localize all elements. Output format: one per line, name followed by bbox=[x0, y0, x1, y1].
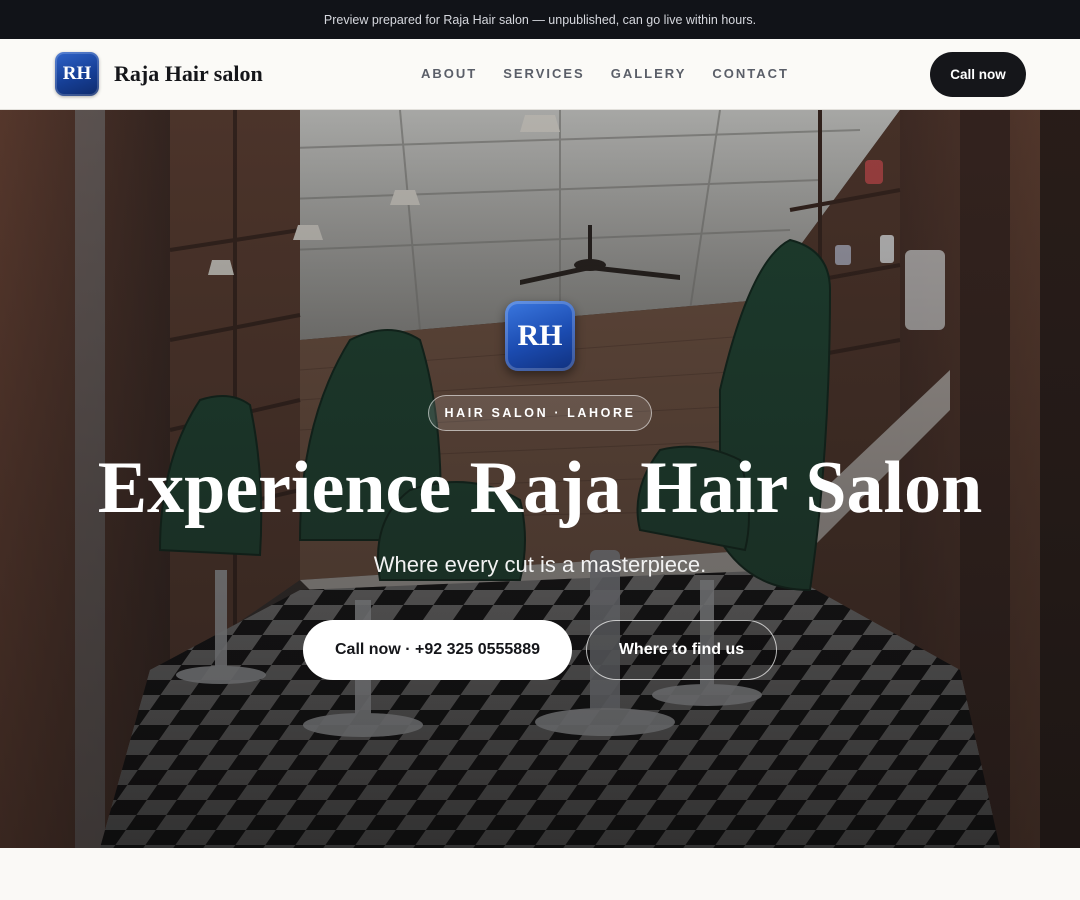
hero-tagline: Where every cut is a masterpiece. bbox=[373, 552, 707, 577]
main-menu: ABOUT SERVICES GALLERY CONTACT bbox=[421, 66, 789, 81]
nav-link-contact[interactable]: CONTACT bbox=[712, 66, 789, 81]
hero-logo-icon: RH bbox=[505, 301, 575, 371]
announcement-bar: Preview prepared for Raja Hair salon — u… bbox=[0, 0, 1080, 39]
hero-headline: Experience Raja Hair Salon bbox=[97, 447, 983, 529]
brand-logo-icon: RH bbox=[55, 52, 99, 96]
brand-name: Raja Hair salon bbox=[114, 61, 263, 86]
nav-link-about[interactable]: ABOUT bbox=[421, 66, 477, 81]
hero-call-button[interactable]: Call now · +92 325 0555889 bbox=[303, 620, 572, 680]
header-call-button[interactable]: Call now bbox=[930, 52, 1026, 97]
hero-section: RH HAIR SALON · LAHORE Experience Raja H… bbox=[0, 110, 1080, 848]
nav-link-gallery[interactable]: GALLERY bbox=[611, 66, 687, 81]
nav-link-services[interactable]: SERVICES bbox=[503, 66, 585, 81]
hero-location-button[interactable]: Where to find us bbox=[586, 620, 777, 680]
announcement-text: Preview prepared for Raja Hair salon — u… bbox=[323, 12, 757, 27]
site-header: RH Raja Hair salon ABOUT SERVICES GALLER… bbox=[0, 39, 1080, 110]
hero-content: RH HAIR SALON · LAHORE Experience Raja H… bbox=[0, 110, 1080, 848]
hero-eyebrow-badge: HAIR SALON · LAHORE bbox=[428, 395, 652, 431]
brand[interactable]: RH Raja Hair salon bbox=[55, 52, 263, 96]
